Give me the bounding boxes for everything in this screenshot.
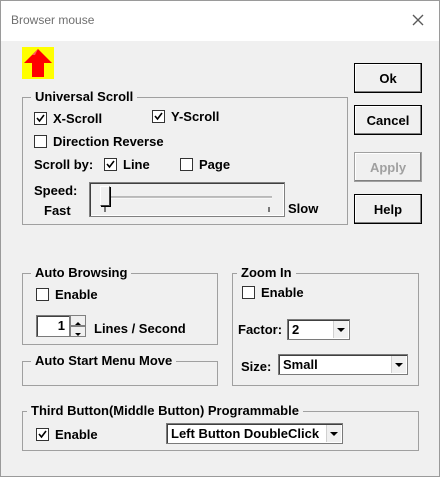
title-bar: Browser mouse (1, 1, 439, 41)
slider-track (102, 196, 272, 212)
zoom-in-enable-label: Enable (261, 285, 304, 300)
direction-reverse-label: Direction Reverse (53, 134, 164, 149)
browser-mouse-dialog: Browser mouse Ok Cancel Apply Help Unive… (0, 0, 440, 477)
check-icon (38, 430, 47, 439)
ok-button[interactable]: Ok (354, 63, 422, 93)
slow-label: Slow (288, 201, 319, 216)
factor-select[interactable]: 2 (287, 319, 350, 340)
spin-down-button[interactable] (70, 326, 86, 337)
close-button[interactable] (409, 11, 427, 29)
auto-browsing-legend: Auto Browsing (31, 265, 132, 280)
size-select[interactable]: Small (278, 354, 408, 375)
check-icon (36, 114, 45, 123)
third-button-enable-label: Enable (55, 427, 98, 442)
auto-start-menu-move-legend: Auto Start Menu Move (31, 353, 177, 368)
direction-reverse-checkbox[interactable] (34, 135, 47, 148)
chevron-down-icon (395, 363, 403, 367)
auto-browsing-enable-checkbox[interactable] (36, 288, 49, 301)
third-button-enable-checkbox[interactable] (36, 428, 49, 441)
factor-value: 2 (292, 322, 300, 337)
speed-slider[interactable] (89, 182, 285, 217)
app-icon-container (22, 47, 54, 79)
third-button-legend: Third Button(Middle Button) Programmable (27, 403, 303, 418)
lines-spinner[interactable] (70, 315, 86, 337)
check-icon (106, 160, 115, 169)
chevron-down-icon (330, 432, 338, 436)
fast-label: Fast (44, 203, 71, 218)
lines-per-second-value: 1 (57, 318, 65, 333)
x-scroll-checkbox[interactable] (34, 112, 47, 125)
x-scroll-label: X-Scroll (53, 111, 103, 126)
check-icon (154, 112, 163, 121)
zoom-in-legend: Zoom In (237, 265, 296, 280)
spin-up-button[interactable] (70, 315, 86, 326)
size-label: Size: (241, 359, 272, 374)
speed-slider-thumb[interactable] (100, 186, 110, 206)
scroll-by-page-label: Page (199, 157, 231, 172)
y-scroll-label: Y-Scroll (171, 109, 220, 124)
third-button-action-dropdown-button[interactable] (326, 425, 341, 442)
scroll-by-line-label: Line (123, 157, 150, 172)
universal-scroll-legend: Universal Scroll (31, 89, 138, 104)
scroll-by-line-checkbox[interactable] (104, 158, 117, 171)
scroll-by-page-checkbox[interactable] (180, 158, 193, 171)
close-icon (412, 14, 424, 26)
size-value: Small (283, 357, 318, 372)
help-button[interactable]: Help (354, 194, 422, 224)
factor-dropdown-button[interactable] (333, 321, 348, 338)
third-button-action-value: Left Button DoubleClick (171, 426, 320, 441)
lines-per-second-label: Lines / Second (94, 321, 186, 336)
third-button-action-select[interactable]: Left Button DoubleClick (166, 423, 343, 444)
speed-label: Speed: (34, 183, 78, 198)
chevron-down-icon (337, 328, 345, 332)
apply-button[interactable]: Apply (354, 152, 422, 182)
scroll-by-label: Scroll by: (34, 157, 94, 172)
auto-browsing-enable-label: Enable (55, 287, 98, 302)
window-title: Browser mouse (11, 13, 95, 27)
y-scroll-checkbox[interactable] (152, 110, 165, 123)
up-arrow-icon (22, 47, 54, 79)
size-dropdown-button[interactable] (391, 356, 406, 373)
cancel-button[interactable]: Cancel (354, 105, 422, 135)
factor-label: Factor: (238, 322, 283, 337)
chevron-down-icon (75, 333, 81, 336)
lines-per-second-input[interactable]: 1 (36, 315, 70, 337)
zoom-in-enable-checkbox[interactable] (242, 286, 255, 299)
